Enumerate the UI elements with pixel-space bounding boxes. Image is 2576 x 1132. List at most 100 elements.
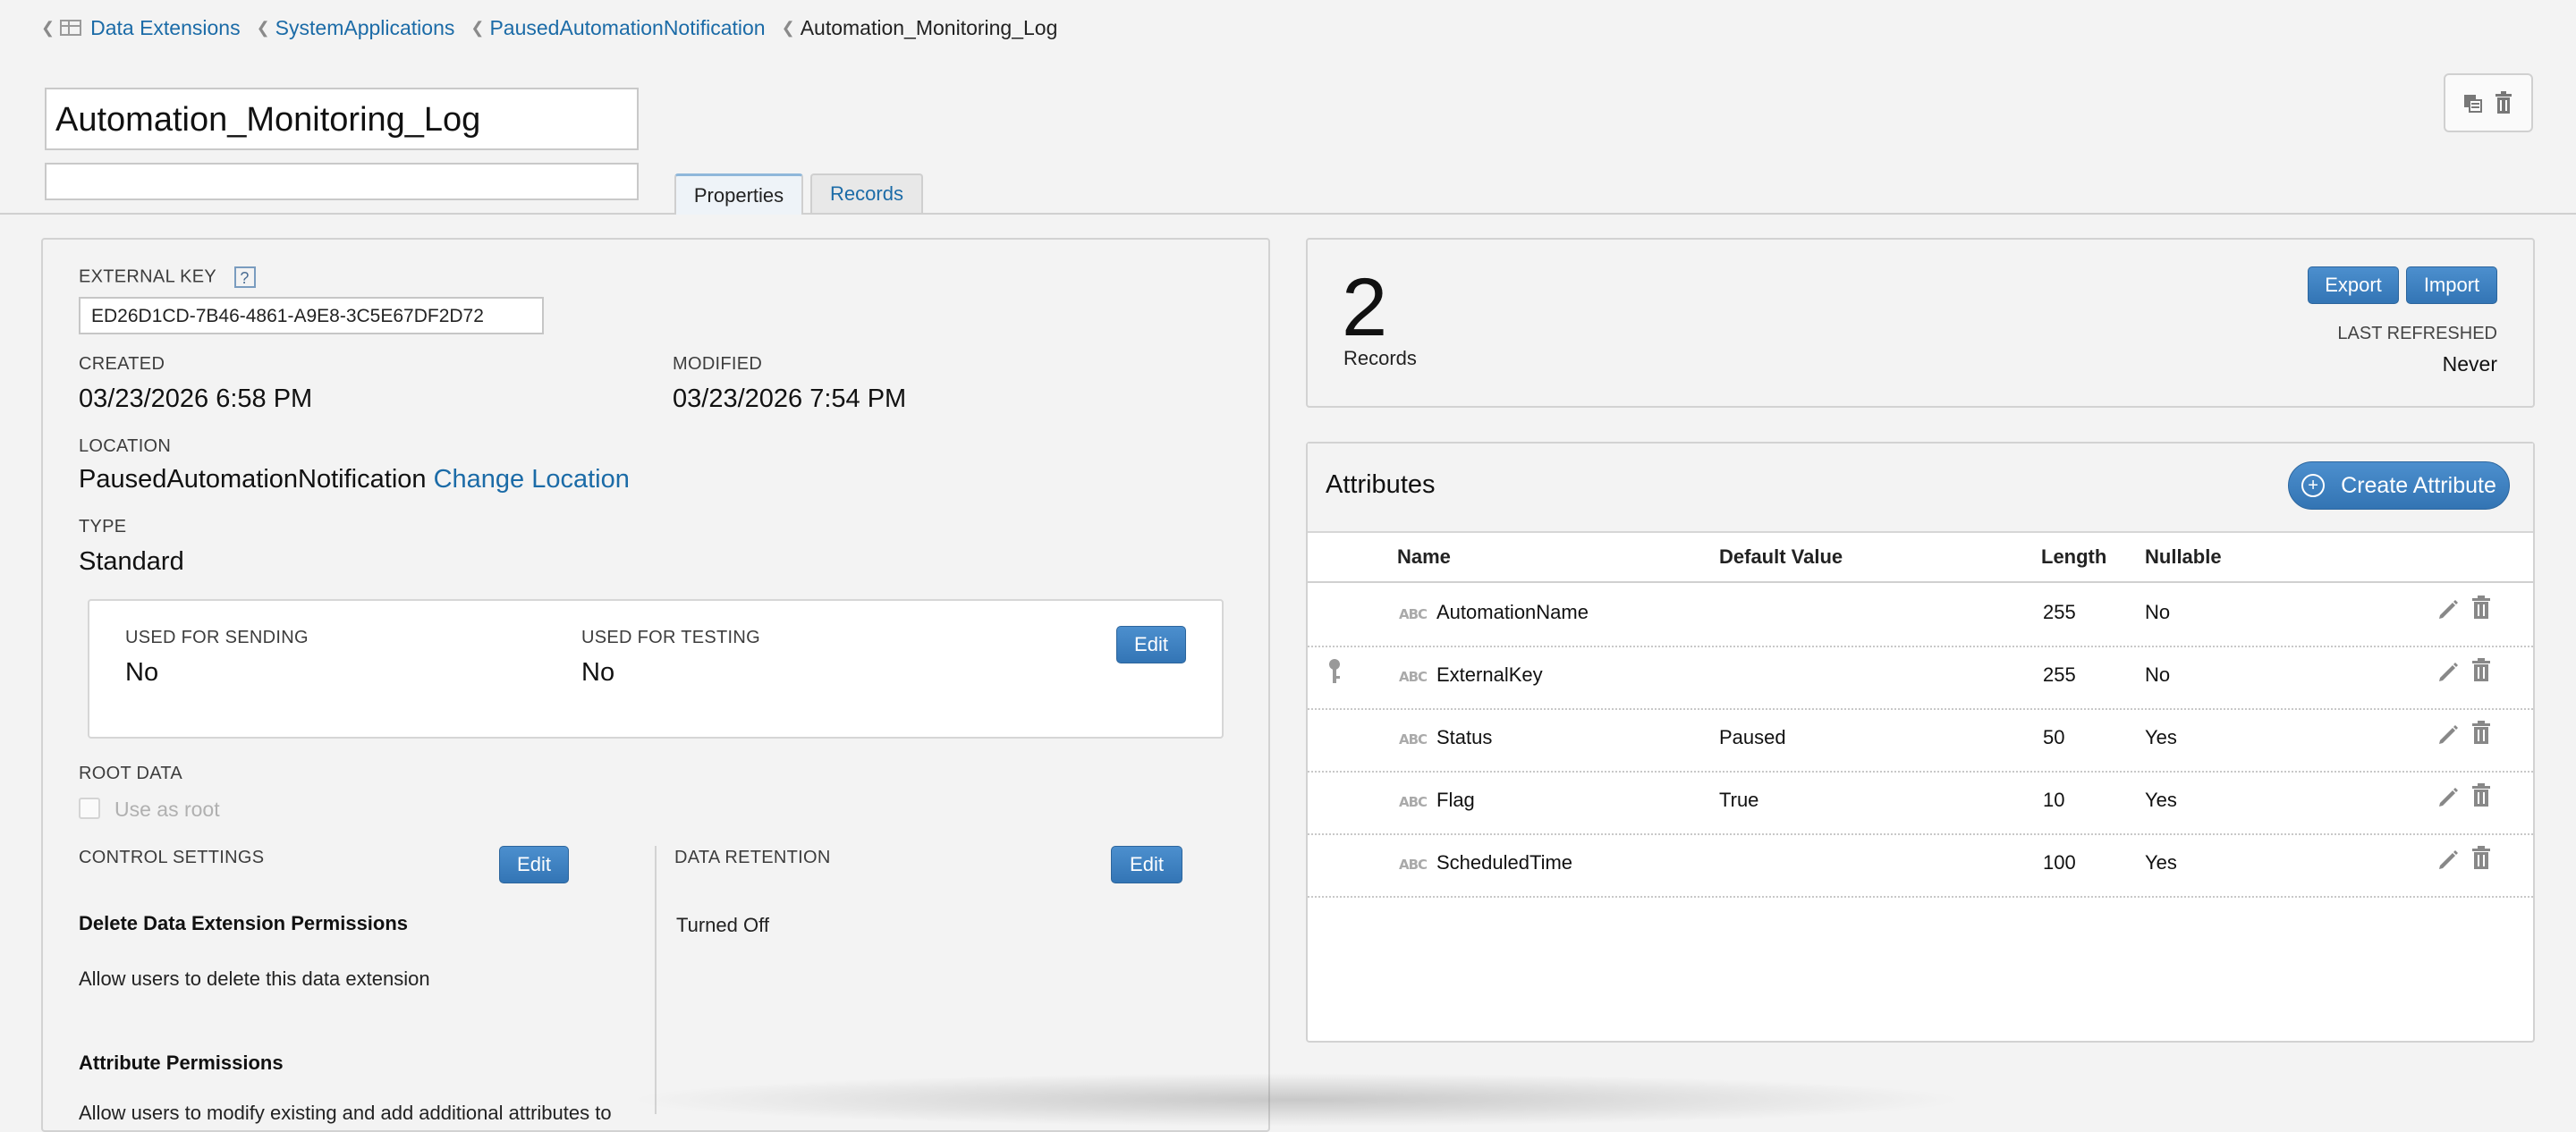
record-count: 2 [1342,262,1388,353]
pencil-icon[interactable] [2436,660,2460,683]
text-type-icon: ABC [1399,606,1428,622]
attribute-default: True [1719,789,1759,811]
chevron-left-icon: ❮ [470,18,485,37]
trash-icon[interactable] [2493,91,2514,114]
attribute-name: Flag [1436,789,1475,811]
attribute-nullable: No [2145,663,2171,686]
attribute-permissions-heading: Attribute Permissions [79,1052,284,1074]
used-for-testing-label: USED FOR TESTING [581,628,761,647]
attribute-name: AutomationName [1436,601,1589,623]
pencil-icon[interactable] [2436,597,2460,621]
tabs-divider [0,213,2576,215]
external-key-input[interactable]: ED26D1CD-7B46-4861-A9E8-3C5E67DF2D72 [79,297,544,334]
tab-properties[interactable]: Properties [674,173,803,215]
tab-records[interactable]: Records [810,173,923,213]
breadcrumb-link[interactable]: SystemApplications [275,16,455,40]
table-icon [60,20,82,36]
breadcrumb-link[interactable]: Data Extensions [90,16,240,40]
toolbar-actions [2444,73,2533,132]
delete-permissions-text: Allow users to delete this data extensio… [79,967,430,990]
data-extension-description-input[interactable] [45,163,639,200]
breadcrumb-item-data-extensions[interactable]: ❮ Data Extensions [41,16,241,40]
attribute-length: 10 [2043,789,2065,811]
create-attribute-label: Create Attribute [2341,472,2496,498]
column-header-length[interactable]: Length [2041,545,2106,569]
text-type-icon: ABC [1399,857,1428,873]
chevron-left-icon: ❮ [781,18,795,37]
records-panel [1306,238,2535,408]
edit-data-retention-button[interactable]: Edit [1111,846,1182,883]
chevron-left-icon: ❮ [256,18,270,37]
table-row[interactable]: ABC ExternalKey 255 No [1308,646,2533,708]
table-row[interactable]: ABC AutomationName 255 No [1308,583,2533,646]
use-as-root-label: Use as root [114,798,220,821]
sending-testing-box [88,599,1224,739]
attribute-length: 255 [2043,601,2076,623]
attribute-nullable: Yes [2145,851,2177,874]
external-key-label-text: EXTERNAL KEY [79,266,216,287]
attribute-nullable: Yes [2145,789,2177,811]
create-attribute-button[interactable]: + Create Attribute [2288,461,2510,510]
breadcrumb-item-pausedautomationnotification[interactable]: ❮ PausedAutomationNotification [470,16,765,40]
used-for-sending-value: No [125,658,159,687]
attributes-title: Attributes [1326,470,1436,499]
pencil-icon[interactable] [2436,785,2460,808]
trash-icon[interactable] [2470,783,2492,808]
delete-permissions-heading: Delete Data Extension Permissions [79,912,409,934]
copy-icon[interactable] [2462,91,2484,114]
text-type-icon: ABC [1399,731,1428,748]
attribute-name: Status [1436,726,1493,748]
column-header-default-value[interactable]: Default Value [1719,545,1843,569]
chevron-left-icon: ❮ [41,18,55,37]
edit-control-settings-button[interactable]: Edit [499,846,569,883]
root-data-label: ROOT DATA [79,764,183,783]
data-retention-label: DATA RETENTION [674,848,831,867]
modified-label: MODIFIED [673,354,763,374]
data-extension-name-input[interactable]: Automation_Monitoring_Log [45,88,639,150]
column-header-nullable[interactable]: Nullable [2145,545,2222,569]
text-type-icon: ABC [1399,794,1428,810]
type-value: Standard [79,547,184,576]
trash-icon[interactable] [2470,596,2492,621]
edit-sending-button[interactable]: Edit [1116,626,1186,663]
attribute-nullable: Yes [2145,726,2177,748]
last-refreshed-value: Never [2442,352,2497,376]
help-icon[interactable]: ? [233,266,256,288]
pencil-icon[interactable] [2436,722,2460,746]
trash-icon[interactable] [2470,658,2492,683]
text-type-icon: ABC [1399,669,1428,685]
attribute-length: 50 [2043,726,2065,748]
records-label: Records [1343,347,1417,369]
pencil-icon[interactable] [2436,848,2460,871]
created-label: CREATED [79,354,165,374]
breadcrumb-current-label: Automation_Monitoring_Log [800,15,1058,39]
breadcrumb-current: ❮ Automation_Monitoring_Log [782,16,1058,40]
import-button[interactable]: Import [2406,266,2497,304]
breadcrumb-item-systemapplications[interactable]: ❮ SystemApplications [257,16,455,40]
table-row[interactable]: ABC Flag True 10 Yes [1308,771,2533,833]
use-as-root-checkbox[interactable] [79,798,100,819]
attribute-nullable: No [2145,601,2171,623]
export-button[interactable]: Export [2308,266,2399,304]
breadcrumb-link[interactable]: PausedAutomationNotification [489,16,765,40]
last-refreshed-label: LAST REFRESHED [2337,324,2497,343]
primary-key-icon [1329,659,1340,683]
change-location-link[interactable]: Change Location [434,465,630,494]
breadcrumb: ❮ Data Extensions ❮ SystemApplications ❮… [41,13,1073,43]
attribute-default: Paused [1719,726,1786,748]
data-retention-value: Turned Off [676,914,769,936]
table-row[interactable]: ABC Status Paused 50 Yes [1308,708,2533,771]
attribute-name: ExternalKey [1436,663,1543,686]
bottom-shadow [626,1073,1968,1127]
trash-icon[interactable] [2470,721,2492,746]
attribute-length: 100 [2043,851,2076,874]
attribute-permissions-text: Allow users to modify existing and add a… [79,1102,612,1124]
column-header-name[interactable]: Name [1397,545,1451,569]
table-row[interactable]: ABC ScheduledTime 100 Yes [1308,833,2533,896]
attribute-length: 255 [2043,663,2076,686]
location-label: LOCATION [79,436,172,456]
type-label: TYPE [79,517,127,536]
location-row: PausedAutomationNotification Change Loca… [79,465,630,494]
trash-icon[interactable] [2470,846,2492,871]
plus-icon: + [2301,474,2326,497]
